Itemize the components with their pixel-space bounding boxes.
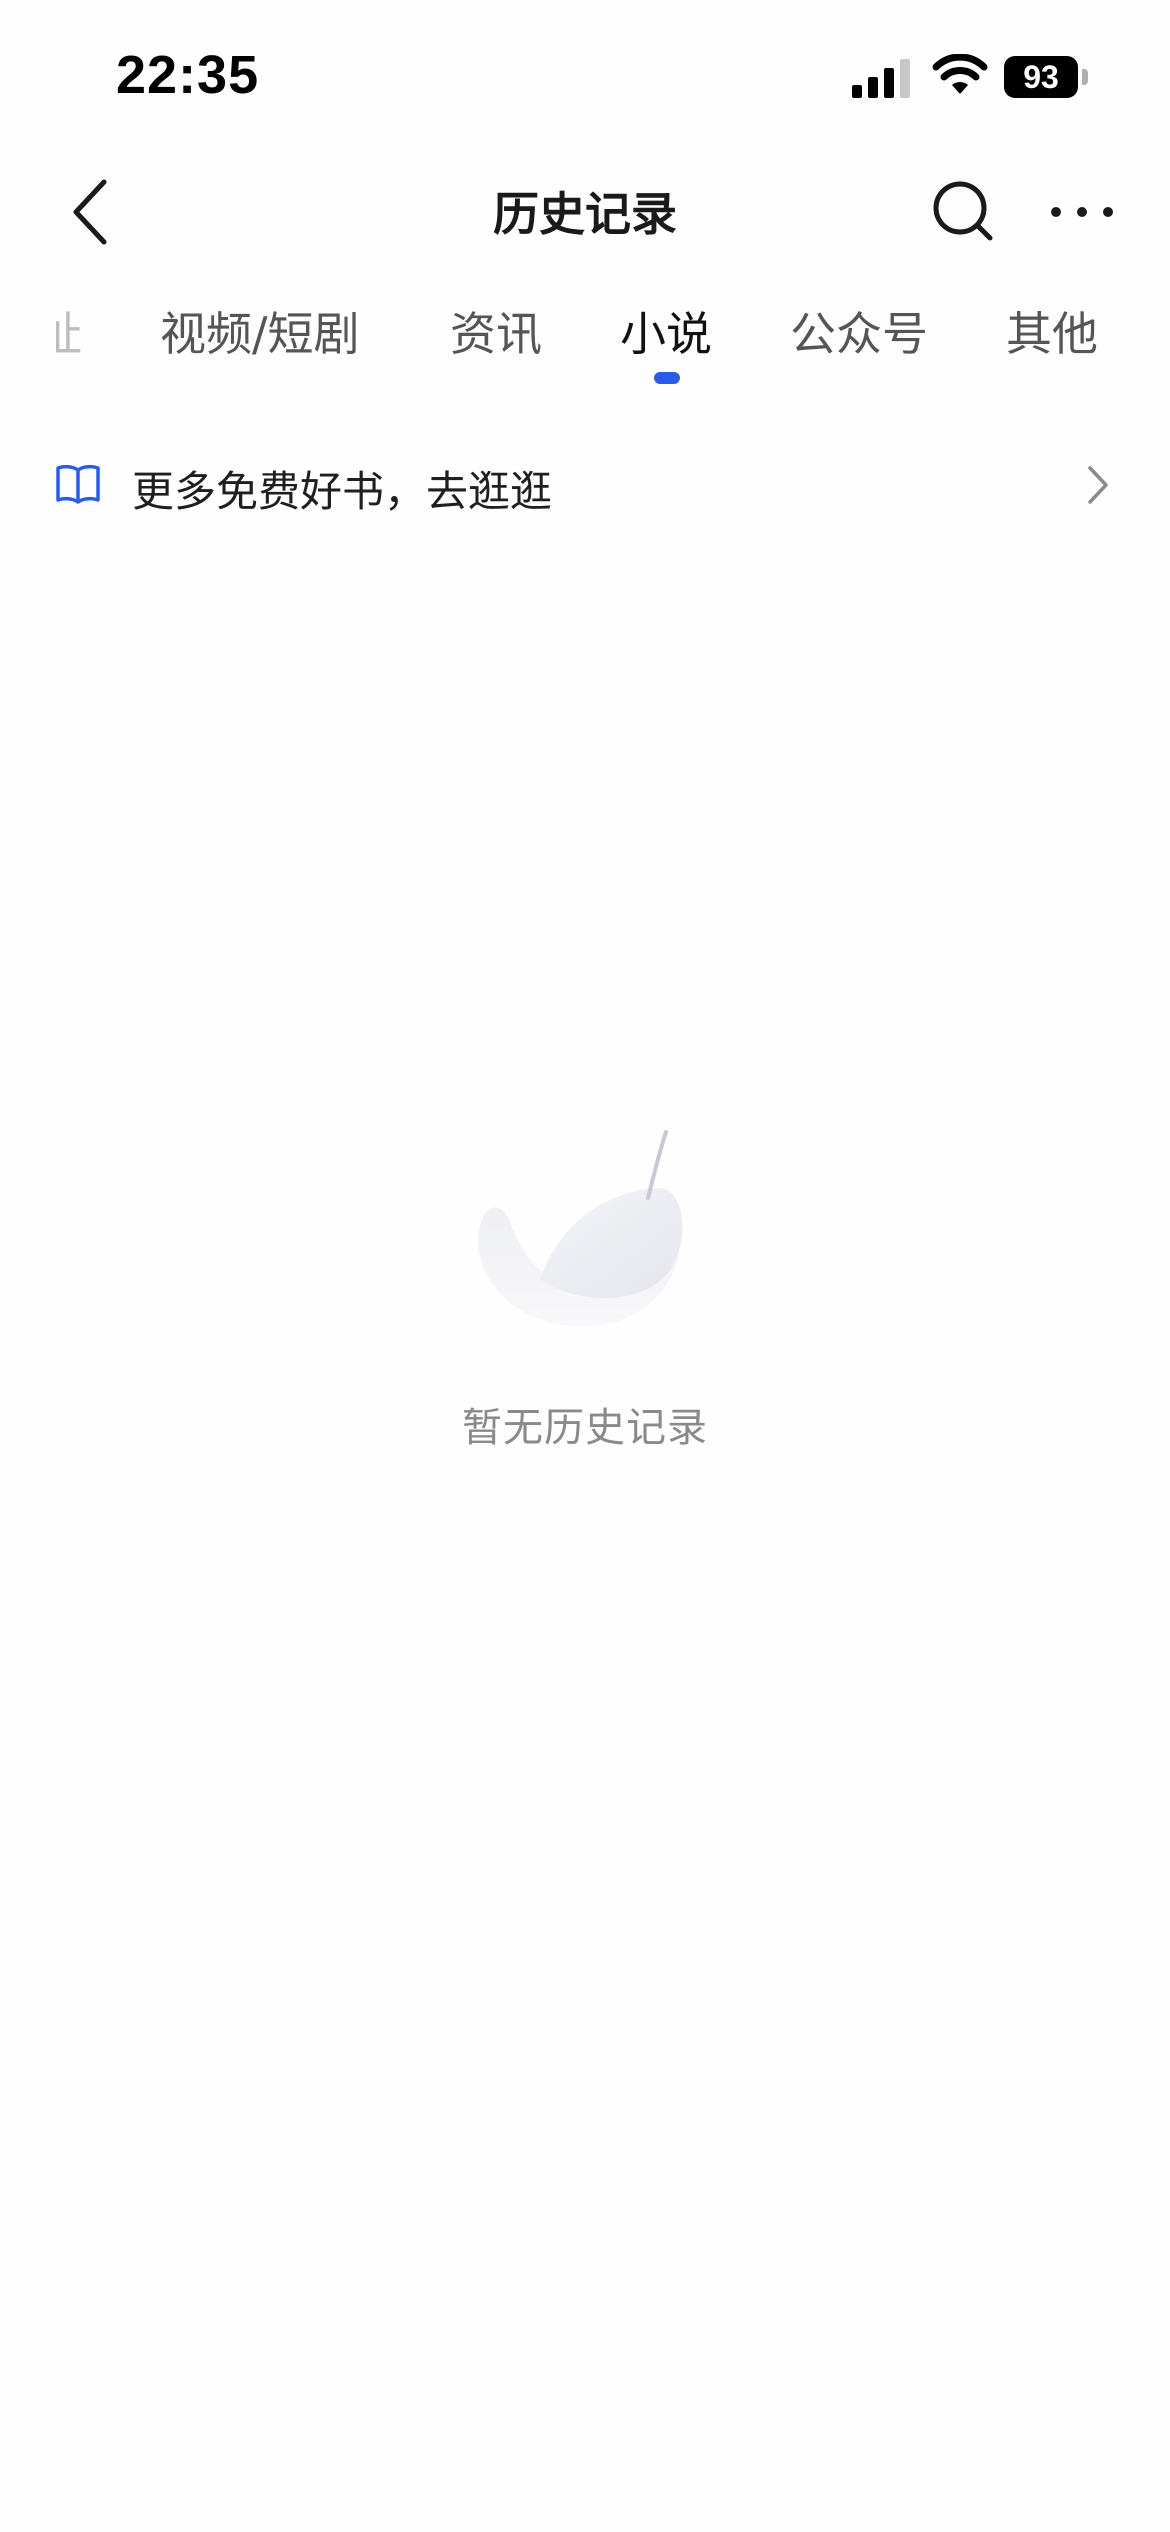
- wifi-icon: [932, 54, 988, 94]
- search-button[interactable]: [924, 172, 1004, 252]
- empty-state-message: 暂无历史记录: [462, 1405, 708, 1451]
- tab-novel[interactable]: 小说: [620, 298, 712, 364]
- back-button[interactable]: [54, 172, 134, 252]
- empty-feather-icon: [478, 1130, 683, 1327]
- tab-video-drama[interactable]: 视频/短剧: [160, 298, 360, 364]
- tab-news[interactable]: 资讯: [450, 298, 542, 364]
- chevron-left-icon: [73, 179, 107, 245]
- status-bar: 22:35 93: [0, 0, 1170, 150]
- free-books-promo[interactable]: 更多免费好书，去逛逛: [0, 430, 1170, 540]
- battery-level: 93: [1004, 56, 1078, 98]
- tab-partial-offscreen[interactable]: 址: [56, 298, 82, 364]
- page-title: 历史记录: [493, 187, 677, 241]
- promo-label: 更多免费好书，去逛逛: [132, 467, 553, 516]
- tab-other[interactable]: 其他: [1006, 298, 1098, 364]
- cellular-signal-icon: [852, 59, 910, 98]
- chevron-right-icon: [1088, 466, 1108, 504]
- status-time: 22:35: [116, 45, 260, 105]
- battery-cap: [1082, 69, 1088, 85]
- search-icon: [933, 181, 993, 241]
- active-tab-indicator: [654, 372, 680, 384]
- tab-official-accounts[interactable]: 公众号: [790, 298, 928, 364]
- more-dots-icon: [1051, 207, 1113, 217]
- nav-bar: 历史记录: [0, 150, 1170, 270]
- category-tabs: 址 视频/短剧 资讯 小说 公众号 其他: [0, 280, 1170, 400]
- open-book-icon: [56, 464, 100, 504]
- more-options-button[interactable]: [1042, 172, 1122, 252]
- battery-icon: 93: [1004, 56, 1088, 98]
